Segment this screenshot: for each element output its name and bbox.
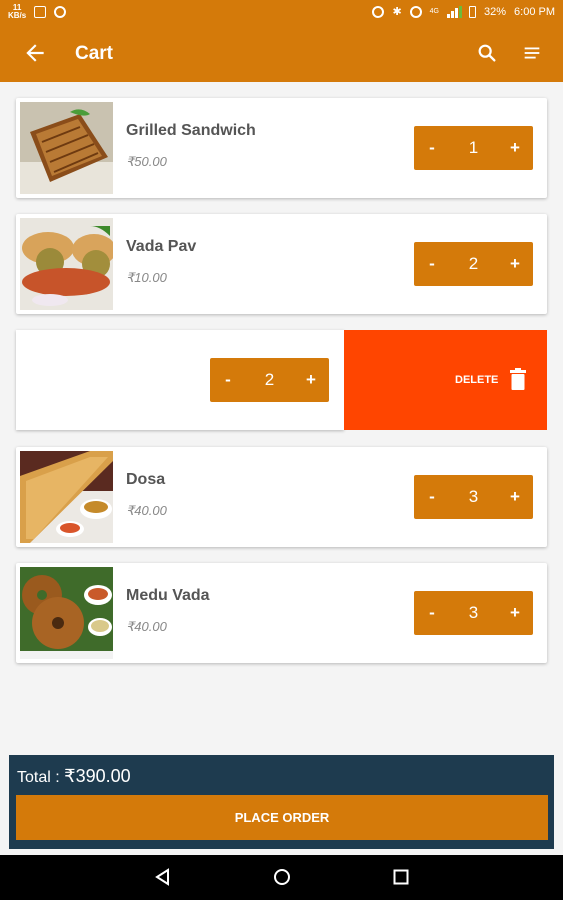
quantity-value: 2 xyxy=(264,370,275,389)
increase-quantity-button[interactable]: + xyxy=(497,126,533,170)
back-arrow-icon[interactable] xyxy=(22,40,48,66)
quantity-stepper: - 3 + xyxy=(414,475,533,519)
quantity-stepper: - 1 + xyxy=(414,126,533,170)
nav-back-icon[interactable] xyxy=(153,867,173,887)
quantity-stepper: - 2 + xyxy=(210,358,329,402)
item-name: Dosa xyxy=(126,471,166,488)
trash-icon[interactable] xyxy=(510,368,526,390)
increase-quantity-button[interactable]: + xyxy=(497,242,533,286)
quantity-value: 3 xyxy=(468,487,479,506)
delete-action[interactable]: DELETE xyxy=(344,330,547,430)
net-speed-unit: KB/s xyxy=(8,11,27,20)
grilled-sandwich-image xyxy=(20,102,113,194)
increase-quantity-button[interactable]: + xyxy=(497,591,533,635)
net-speed: 11 KB/s xyxy=(8,4,26,20)
nav-recents-icon[interactable] xyxy=(391,867,411,887)
place-order-button[interactable]: PLACE ORDER xyxy=(16,795,548,840)
item-price: ₹10.00 xyxy=(126,270,167,285)
nav-home-icon[interactable] xyxy=(272,867,292,887)
quantity-stepper: - 2 + xyxy=(414,242,533,286)
signal-icon xyxy=(447,5,462,18)
quantity-value: 2 xyxy=(468,254,479,273)
total-label: Total : xyxy=(17,769,65,786)
increase-quantity-button[interactable]: + xyxy=(497,475,533,519)
decrease-quantity-button[interactable]: - xyxy=(414,242,450,286)
medu-vada-image xyxy=(20,567,113,659)
item-name: Vada Pav xyxy=(126,238,197,255)
cart-item-swiped[interactable]: - 2 + DELETE xyxy=(16,330,547,430)
cart-total: Total : ₹390.00 xyxy=(17,766,131,787)
hotspot-icon xyxy=(372,5,385,18)
dnd-icon xyxy=(409,5,422,18)
system-navigation-bar xyxy=(0,855,563,900)
item-name: Medu Vada xyxy=(126,587,210,604)
call-notification-icon xyxy=(54,6,67,18)
clock: 6:00 PM xyxy=(514,5,555,18)
quantity-value: 3 xyxy=(468,603,479,622)
network-type: 4G xyxy=(429,8,439,15)
status-bar: 11 KB/s ✱ 4G 32% 6:00 PM xyxy=(0,0,563,24)
cart-item: Vada Pav ₹10.00 - 2 + xyxy=(16,214,547,314)
app-bar: Cart xyxy=(0,24,563,82)
menu-icon[interactable] xyxy=(521,42,543,64)
decrease-quantity-button[interactable]: - xyxy=(414,475,450,519)
cart-item: Medu Vada ₹40.00 - 3 + xyxy=(16,563,547,663)
cart-footer: Total : ₹390.00 PLACE ORDER xyxy=(9,755,554,849)
page-title: Cart xyxy=(75,43,114,64)
total-amount: ₹390.00 xyxy=(64,766,131,786)
delete-label: DELETE xyxy=(455,374,499,386)
battery-level: 32% xyxy=(484,5,507,18)
increase-quantity-button[interactable]: + xyxy=(293,358,329,402)
quantity-stepper: - 3 + xyxy=(414,591,533,635)
battery-icon xyxy=(469,5,476,18)
quantity-value: 1 xyxy=(468,138,479,157)
cart-item: Dosa ₹40.00 - 3 + xyxy=(16,447,547,547)
item-price: ₹50.00 xyxy=(126,154,167,169)
search-icon[interactable] xyxy=(476,42,498,64)
item-name: Grilled Sandwich xyxy=(126,122,256,139)
swiped-item-content: - 2 + xyxy=(16,330,344,430)
item-price: ₹40.00 xyxy=(126,503,167,518)
bluetooth-icon: ✱ xyxy=(392,6,402,18)
decrease-quantity-button[interactable]: - xyxy=(414,126,450,170)
dosa-image xyxy=(20,451,113,543)
image-notification-icon xyxy=(34,6,47,18)
item-price: ₹40.00 xyxy=(126,619,167,634)
decrease-quantity-button[interactable]: - xyxy=(414,591,450,635)
decrease-quantity-button[interactable]: - xyxy=(210,358,246,402)
cart-item: Grilled Sandwich ₹50.00 - 1 + xyxy=(16,98,547,198)
vada-pav-image xyxy=(20,218,113,310)
